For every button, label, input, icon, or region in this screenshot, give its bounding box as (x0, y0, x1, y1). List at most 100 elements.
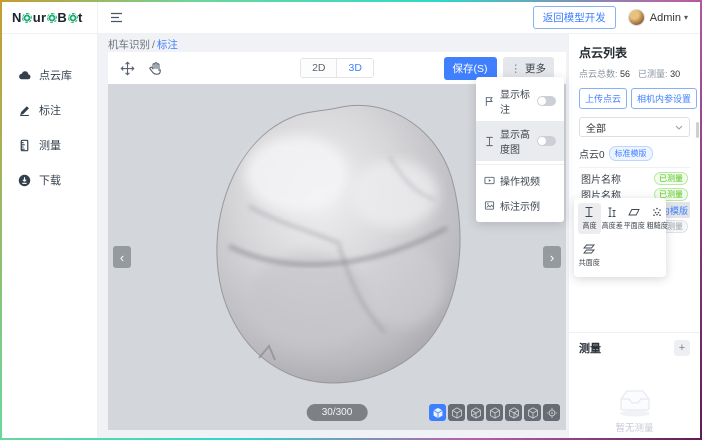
menu-item-label: 标注示例 (500, 198, 556, 213)
locate-crosshair-icon (546, 407, 558, 419)
flag-icon (484, 96, 495, 107)
mode-2d-button[interactable]: 2D (301, 59, 336, 77)
flatness-tool-icon (628, 206, 640, 218)
view-orientation-bar (429, 404, 560, 421)
menu-item-tutorial-video[interactable]: 操作视频 (476, 168, 564, 193)
back-to-model-dev-button[interactable]: 返回模型开发 (533, 6, 616, 29)
prev-cloud-button[interactable]: ‹ (113, 246, 131, 268)
main-wrap: 返回模型开发 Admin ▾ 机车识别 / 标注 2D (98, 2, 700, 438)
gear-icon (47, 13, 57, 23)
total-label: 点云总数: (579, 69, 618, 79)
menu-item-label: 显示高度图 (500, 126, 532, 156)
panel-buttons: 上传点云 相机内参设置 (579, 88, 690, 109)
top-header: 返回模型开发 Admin ▾ (98, 2, 700, 34)
plus-icon: + (679, 342, 685, 354)
panel-title: 点云列表 (579, 44, 690, 61)
measure-section-header: 测量 + (569, 332, 700, 362)
tool-flatness[interactable]: 平面度 (623, 203, 646, 234)
cube-outline-icon (470, 407, 482, 419)
gear-icon (22, 13, 32, 23)
upload-pointcloud-button[interactable]: 上传点云 (579, 88, 627, 109)
sidebar-item-download[interactable]: 下载 (2, 167, 97, 193)
sidebar-item-label: 标注 (39, 102, 61, 118)
view-back-button[interactable] (467, 404, 484, 421)
cube-outline-icon (527, 407, 539, 419)
hand-drag-icon[interactable] (148, 61, 163, 76)
add-measurement-button[interactable]: + (674, 340, 690, 356)
empty-state-text: 暂无测量 (615, 420, 653, 434)
app-logo: NurBt (2, 2, 97, 34)
menu-item-show-annotation[interactable]: 显示标注 (476, 81, 564, 121)
image-name: 图片名称 (581, 171, 621, 186)
scrollbar-thumb[interactable] (696, 122, 699, 138)
tool-label: 高度差 (601, 220, 622, 230)
height-diff-tool-icon (606, 206, 618, 218)
pointcloud-list-panel: 点云列表 点云总数: 56 已测量: 30 上传点云 相机内参设置 全部 点云0… (568, 34, 700, 438)
roughness-tool-icon (651, 206, 663, 218)
view-left-button[interactable] (486, 404, 503, 421)
measured-label: 已测量: (638, 69, 668, 79)
sidebar-item-annotate[interactable]: 标注 (2, 97, 97, 123)
user-name[interactable]: Admin (650, 12, 681, 24)
logo-text: ur (33, 10, 47, 25)
cube-outline-icon (451, 407, 463, 419)
menu-item-show-heightmap[interactable]: 显示高度图 (476, 121, 564, 161)
view-front-button[interactable] (448, 404, 465, 421)
panel-stats: 点云总数: 56 已测量: 30 (579, 67, 690, 80)
image-example-icon (484, 200, 495, 211)
coplanarity-tool-icon (583, 243, 595, 255)
show-annotation-toggle[interactable] (537, 96, 556, 106)
measured-badge: 已测量 (654, 172, 688, 185)
palette-row: 高度 高度差 平面度 粗糙度 (578, 203, 662, 271)
tool-roughness[interactable]: 粗糙度 (646, 203, 669, 234)
view-right-button[interactable] (505, 404, 522, 421)
empty-state: 暂无测量 (569, 386, 700, 434)
tool-height-diff[interactable]: 高度差 (601, 203, 624, 234)
sidebar-nav: 点云库 标注 测量 下载 (2, 34, 97, 193)
tool-label: 平面度 (624, 220, 645, 230)
filter-select[interactable]: 全部 (579, 117, 690, 137)
sidebar-item-label: 测量 (39, 137, 61, 153)
ruler-icon (18, 139, 31, 152)
height-tool-icon (583, 206, 595, 218)
more-dropdown-menu: 显示标注 显示高度图 操作视频 标注示例 (476, 77, 564, 222)
view-iso-button[interactable] (429, 404, 446, 421)
sidebar-item-pointcloud-library[interactable]: 点云库 (2, 62, 97, 88)
image-list-item[interactable]: 图片名称 已测量 (579, 170, 690, 186)
next-cloud-button[interactable]: › (543, 246, 561, 268)
download-icon (18, 174, 31, 187)
pointcloud-item[interactable]: 点云0 标准模版 (579, 144, 690, 168)
avatar[interactable] (628, 9, 645, 26)
view-top-button[interactable] (524, 404, 541, 421)
menu-item-annotation-example[interactable]: 标注示例 (476, 193, 564, 218)
tool-coplanarity[interactable]: 共面度 (578, 240, 601, 271)
tool-height[interactable]: 高度 (578, 203, 601, 234)
show-heightmap-toggle[interactable] (537, 136, 556, 146)
breadcrumb: 机车识别 / 标注 (108, 34, 566, 52)
screenshot-frame: NurBt 点云库 标注 测量 下载 返回模型开发 (0, 0, 702, 440)
camera-intrinsics-button[interactable]: 相机内参设置 (631, 88, 697, 109)
breadcrumb-parent[interactable]: 机车识别 (108, 37, 150, 52)
more-button-label: 更多 (525, 63, 546, 75)
chevron-down-icon (675, 125, 683, 130)
cube-outline-icon (508, 407, 520, 419)
cube-outline-icon (489, 407, 501, 419)
chevron-down-icon[interactable]: ▾ (684, 13, 688, 22)
pan-move-icon[interactable] (120, 61, 135, 76)
sidebar-item-measure[interactable]: 测量 (2, 132, 97, 158)
chevron-right-icon: › (550, 250, 554, 265)
recenter-button[interactable] (543, 404, 560, 421)
menu-divider (476, 164, 564, 165)
main-column: 机车识别 / 标注 2D 3D 保存(S) ⋮更多 (98, 34, 568, 438)
empty-box-icon (614, 386, 656, 418)
gear-icon (68, 13, 78, 23)
tool-label: 高度 (582, 220, 596, 230)
total-value: 56 (620, 69, 630, 79)
vertical-dots-icon: ⋮ (511, 63, 522, 75)
mode-3d-button[interactable]: 3D (337, 59, 373, 77)
measure-tool-palette: 高度 高度差 平面度 粗糙度 (574, 198, 666, 277)
cloud-icon (18, 69, 31, 82)
tooth-3d-model[interactable] (189, 96, 485, 402)
filter-value: 全部 (586, 120, 606, 135)
collapse-menu-icon[interactable] (110, 12, 123, 23)
